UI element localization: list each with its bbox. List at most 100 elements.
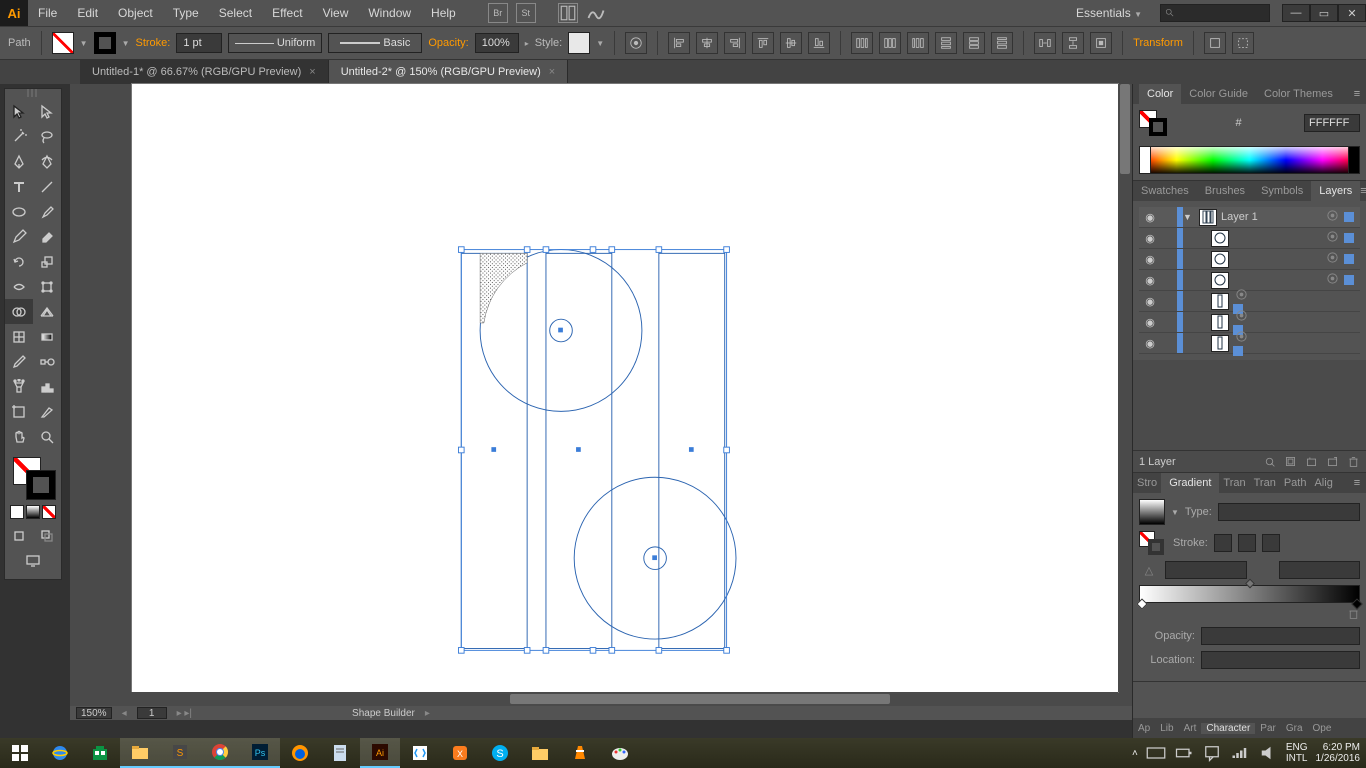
- graphicstyles-tab[interactable]: Gra: [1281, 723, 1308, 734]
- stroke-grad-mode1[interactable]: [1214, 534, 1232, 552]
- taskbar-paint[interactable]: [600, 738, 640, 768]
- gradient-tool[interactable]: [33, 324, 61, 349]
- slice-tool[interactable]: [33, 399, 61, 424]
- paintbrush-tool[interactable]: [33, 199, 61, 224]
- menu-window[interactable]: Window: [358, 6, 421, 20]
- new-sublayer-icon[interactable]: [1305, 455, 1318, 468]
- transform-tab2[interactable]: Tran: [1250, 473, 1280, 493]
- fill-stroke-mini[interactable]: [1139, 110, 1173, 136]
- new-layer-icon[interactable]: [1326, 455, 1339, 468]
- panel-grip[interactable]: [27, 89, 39, 97]
- pathfinder-tab[interactable]: Path: [1280, 473, 1311, 493]
- system-tray[interactable]: ˄ ENGINTL 6:20 PM1/26/2016: [1132, 742, 1366, 764]
- scale-tool[interactable]: [33, 249, 61, 274]
- workspace-switcher[interactable]: Essentials ▼: [1066, 6, 1152, 20]
- libraries-tab[interactable]: Lib: [1155, 723, 1178, 734]
- taskbar-xampp[interactable]: X: [440, 738, 480, 768]
- distribute-bottom-icon[interactable]: [991, 32, 1013, 54]
- tray-lang[interactable]: ENG: [1286, 742, 1308, 753]
- visibility-icon[interactable]: ◉: [1139, 253, 1161, 266]
- eraser-tool[interactable]: [33, 224, 61, 249]
- distribute-vspacing-icon[interactable]: [1062, 32, 1084, 54]
- align-bottom-icon[interactable]: [808, 32, 830, 54]
- align-to-icon[interactable]: [1090, 32, 1112, 54]
- bridge-icon[interactable]: Br: [488, 3, 508, 23]
- appearance-tab[interactable]: Ap: [1133, 723, 1155, 734]
- color-tab[interactable]: Color: [1139, 84, 1181, 104]
- taskbar-illustrator[interactable]: Ai: [360, 738, 400, 768]
- align-hcenter-icon[interactable]: [696, 32, 718, 54]
- gradient-swatch[interactable]: [1139, 499, 1165, 525]
- gradient-location-field[interactable]: [1201, 651, 1360, 669]
- target-icon[interactable]: [1326, 251, 1342, 267]
- gradient-opacity-field[interactable]: [1201, 627, 1360, 645]
- minimize-button[interactable]: —: [1282, 4, 1310, 22]
- distribute-left-icon[interactable]: [851, 32, 873, 54]
- character-tab[interactable]: Character: [1201, 723, 1255, 734]
- pencil-tool[interactable]: [5, 224, 33, 249]
- taskbar-explorer[interactable]: [120, 738, 160, 768]
- taskbar-firefox[interactable]: [280, 738, 320, 768]
- rotate-tool[interactable]: [5, 249, 33, 274]
- gradient-tab[interactable]: Gradient: [1161, 473, 1219, 493]
- visibility-icon[interactable]: ◉: [1139, 232, 1161, 245]
- artboards-tab[interactable]: Art: [1179, 723, 1202, 734]
- selection-indicator[interactable]: [1344, 275, 1354, 285]
- magic-wand-tool[interactable]: [5, 124, 33, 149]
- distribute-hcenter-icon[interactable]: [879, 32, 901, 54]
- menu-object[interactable]: Object: [108, 6, 163, 20]
- opacity-label[interactable]: Opacity:: [428, 37, 468, 49]
- network-icon[interactable]: [1230, 743, 1250, 763]
- distribute-hspacing-icon[interactable]: [1034, 32, 1056, 54]
- menu-type[interactable]: Type: [163, 6, 209, 20]
- target-icon[interactable]: [1326, 230, 1342, 246]
- artboard-tool[interactable]: [5, 399, 33, 424]
- taskbar-vlc[interactable]: [560, 738, 600, 768]
- color-guide-tab[interactable]: Color Guide: [1181, 84, 1256, 104]
- curvature-tool[interactable]: [33, 149, 61, 174]
- tray-keyboard[interactable]: INTL: [1286, 753, 1308, 764]
- artboard[interactable]: [132, 84, 1118, 692]
- opacity-field[interactable]: 100%: [475, 33, 519, 53]
- shape-builder-tool[interactable]: [5, 299, 33, 324]
- edit-clip-icon[interactable]: [1232, 32, 1254, 54]
- volume-icon[interactable]: [1258, 743, 1278, 763]
- artboard-nav-field[interactable]: 1: [137, 707, 167, 719]
- target-icon[interactable]: [1235, 309, 1251, 325]
- stroke-tab[interactable]: Stro: [1133, 473, 1161, 493]
- lasso-tool[interactable]: [33, 124, 61, 149]
- perspective-grid-tool[interactable]: [33, 299, 61, 324]
- taskbar-chrome[interactable]: [200, 738, 240, 768]
- align-left-icon[interactable]: [668, 32, 690, 54]
- stock-icon[interactable]: St: [516, 3, 536, 23]
- visibility-icon[interactable]: ◉: [1139, 211, 1161, 224]
- ellipse-tool[interactable]: [5, 199, 33, 224]
- target-icon[interactable]: [1235, 288, 1251, 304]
- visibility-icon[interactable]: ◉: [1139, 274, 1161, 287]
- layer-row[interactable]: ◉: [1139, 249, 1360, 270]
- selection-indicator[interactable]: [1344, 254, 1354, 264]
- mesh-tool[interactable]: [5, 324, 33, 349]
- line-tool[interactable]: [33, 174, 61, 199]
- recolor-icon[interactable]: [625, 32, 647, 54]
- color-mode-icon[interactable]: [10, 505, 24, 519]
- visibility-icon[interactable]: ◉: [1139, 316, 1161, 329]
- tray-chevron-icon[interactable]: ˄: [1132, 748, 1138, 759]
- visibility-icon[interactable]: ◉: [1139, 295, 1161, 308]
- fill-swatch[interactable]: [52, 32, 74, 54]
- gradient-angle-field[interactable]: [1165, 561, 1247, 579]
- vertical-scrollbar[interactable]: [1118, 84, 1132, 692]
- blend-tool[interactable]: [33, 349, 61, 374]
- make-clipping-mask-icon[interactable]: [1284, 455, 1297, 468]
- screen-mode-icon[interactable]: [5, 548, 61, 573]
- stroke-swatch[interactable]: [94, 32, 116, 54]
- color-spectrum[interactable]: [1139, 146, 1360, 174]
- search-field[interactable]: [1160, 4, 1270, 22]
- align-right-icon[interactable]: [724, 32, 746, 54]
- battery-icon[interactable]: [1174, 743, 1194, 763]
- distribute-top-icon[interactable]: [935, 32, 957, 54]
- hand-tool[interactable]: [5, 424, 33, 449]
- align-top-icon[interactable]: [752, 32, 774, 54]
- gradient-aspect-field[interactable]: [1279, 561, 1361, 579]
- target-icon[interactable]: [1235, 330, 1251, 346]
